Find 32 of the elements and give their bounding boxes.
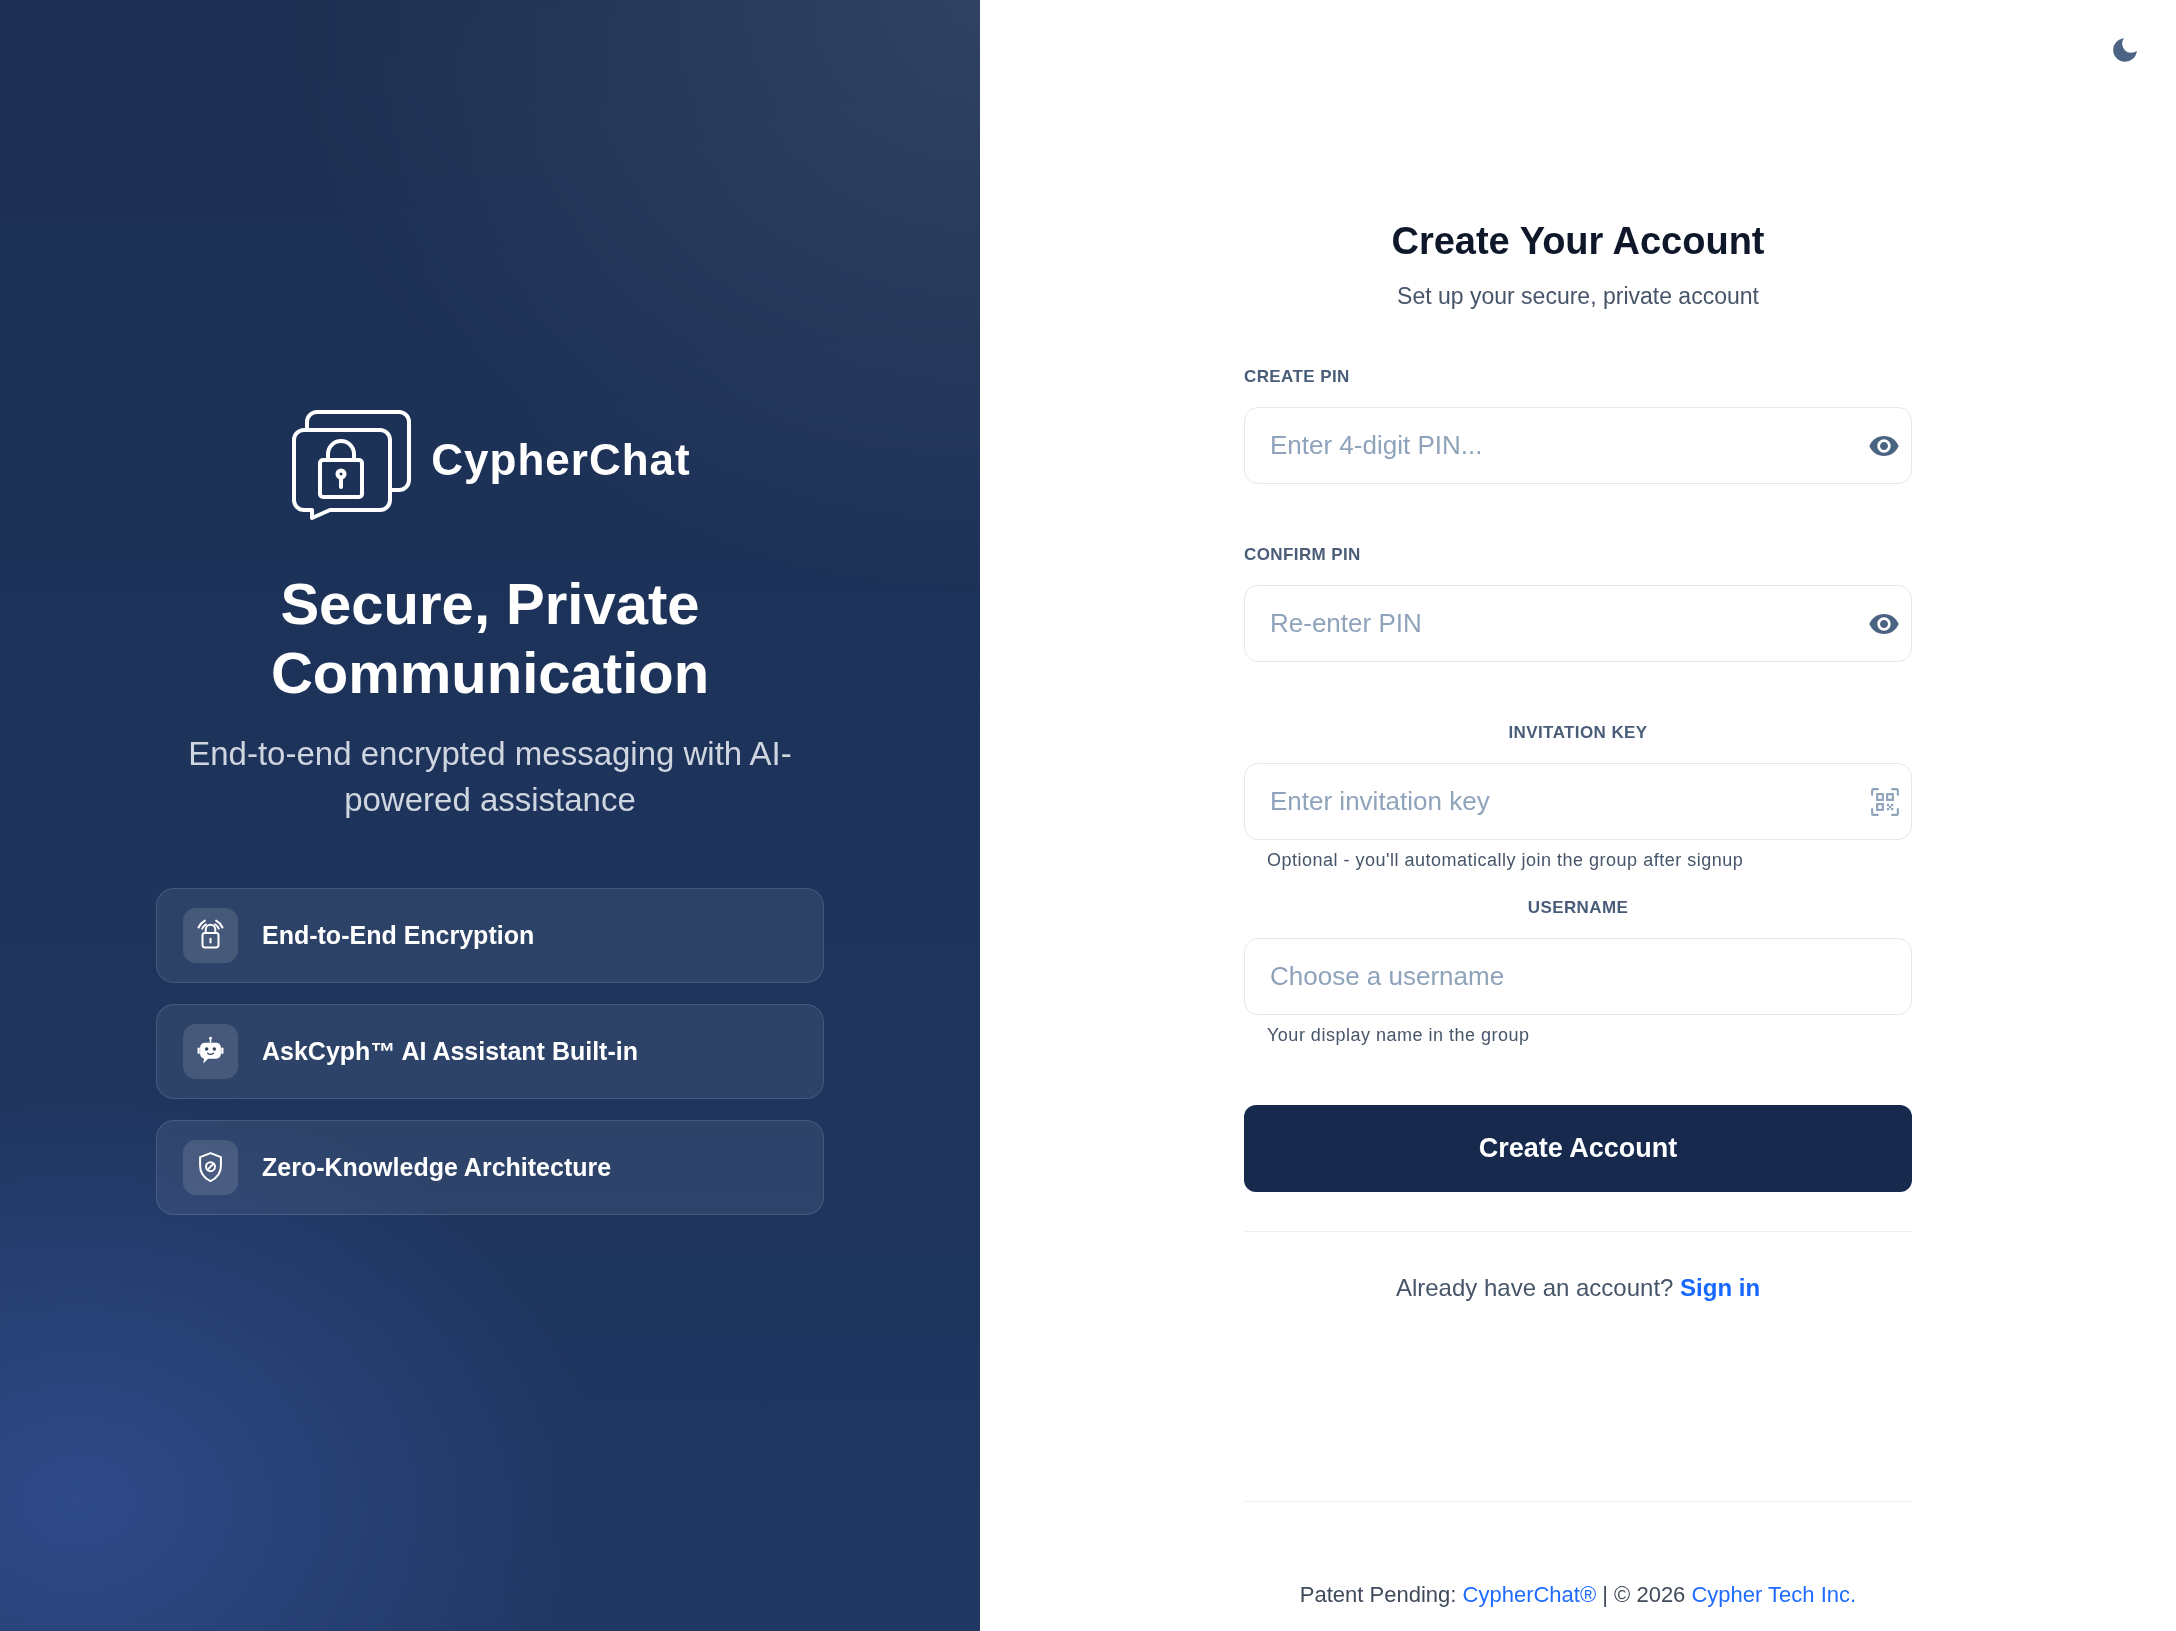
footer-text: Patent Pending: CypherChat® | © 2026 Cypher Tech Inc.: [1298, 1581, 1858, 1609]
field-label: INVITATION KEY: [1508, 723, 1648, 743]
form-title: Create Your Account: [1390, 219, 1766, 263]
sign-in-prompt: Already have an account? Sign in: [1394, 1273, 1762, 1303]
eye-icon[interactable]: [1869, 435, 1899, 456]
hero-subtitle: End-to-end encrypted messaging with AI-powered assistance: [187, 734, 793, 820]
pin-field[interactable]: Enter 4-digit PIN...: [1244, 407, 1912, 484]
field-hint: Your display name in the group: [1267, 1024, 1530, 1046]
hero-title: Secure, Private Communication: [269, 570, 711, 707]
create-account-button[interactable]: Create Account: [1244, 1105, 1912, 1192]
feature-label: End-to-End Encryption: [262, 921, 535, 950]
field-label: CONFIRM PIN: [1244, 545, 1361, 565]
sign-in-link[interactable]: Sign in: [1680, 1274, 1761, 1301]
footer-link[interactable]: Cypher Tech Inc.: [1691, 1582, 1857, 1607]
brand-name: CypherChat: [431, 433, 691, 486]
field-hint: Optional - you'll automatically join the group after signup: [1267, 849, 1744, 871]
field-label: USERNAME: [1527, 898, 1629, 918]
shield-icon: [183, 1140, 238, 1195]
feature-label: AskCyph™ AI Assistant Built-in: [262, 1037, 638, 1066]
pin-field[interactable]: Re-enter PIN: [1244, 585, 1912, 662]
moon-icon[interactable]: [2113, 38, 2137, 62]
form-subtitle: Set up your secure, private account: [1396, 282, 1760, 311]
field-label: CREATE PIN: [1244, 367, 1350, 387]
feature-label: Zero-Knowledge Architecture: [262, 1153, 612, 1182]
qr-scan-icon[interactable]: [1871, 787, 1899, 816]
eye-icon[interactable]: [1869, 613, 1899, 634]
chat-lock-logo-icon: [289, 409, 414, 523]
invitation-key-field[interactable]: Enter invitation key: [1244, 763, 1912, 840]
lock-icon: [183, 908, 238, 963]
username-field[interactable]: Choose a username: [1244, 938, 1912, 1015]
footer-link[interactable]: CypherChat®: [1462, 1582, 1597, 1607]
robot-icon: [183, 1024, 238, 1079]
